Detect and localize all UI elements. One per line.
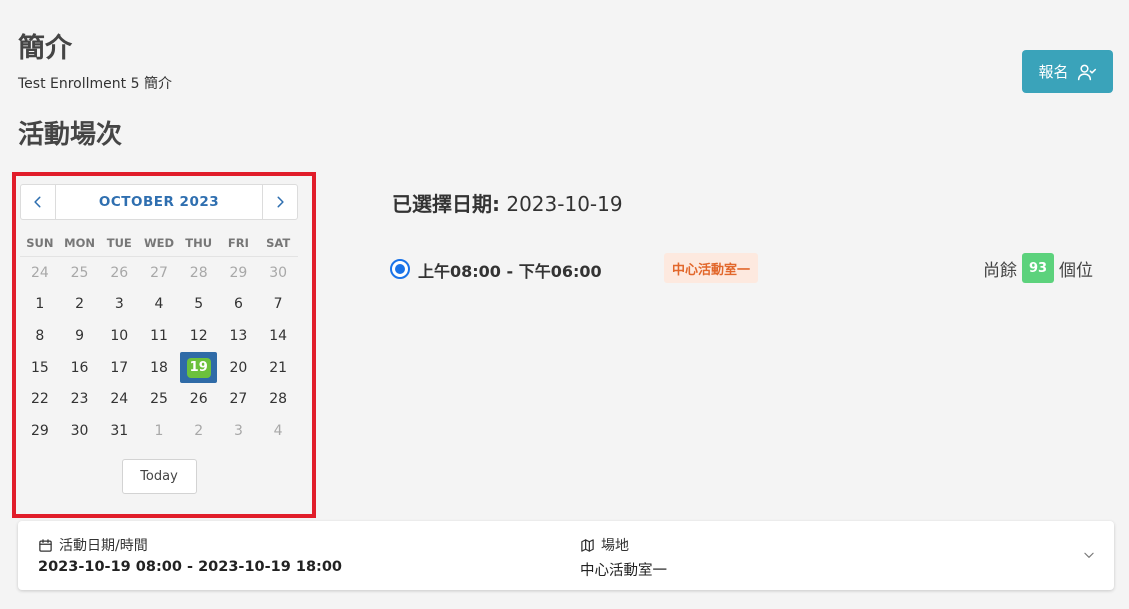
calendar-day[interactable]: 4	[258, 415, 298, 447]
calendar-day[interactable]: 31	[99, 415, 139, 447]
datetime-label-row: 活動日期/時間	[38, 535, 342, 555]
calendar-day[interactable]: 2	[60, 289, 100, 321]
calendar-day[interactable]: 5	[179, 289, 219, 321]
calendar-day[interactable]: 18	[139, 352, 179, 384]
next-month-button[interactable]	[262, 185, 297, 219]
weekday-label: FRI	[227, 236, 249, 250]
venue-info: 場地 中心活動室一	[580, 535, 667, 580]
calendar-day[interactable]: 10	[99, 320, 139, 352]
calendar-day[interactable]: 25	[60, 257, 100, 289]
calendar-day[interactable]: 4	[139, 289, 179, 321]
calendar-day[interactable]: 27	[139, 257, 179, 289]
calendar-day[interactable]: 28	[258, 383, 298, 415]
venue-value: 中心活動室一	[580, 563, 667, 579]
venue-label: 場地	[601, 538, 629, 554]
calendar-day[interactable]: 14	[258, 320, 298, 352]
calendar-day[interactable]: 30	[60, 415, 100, 447]
page-title: 簡介	[18, 33, 72, 64]
calendar-day[interactable]: 24	[99, 383, 139, 415]
calendar-day[interactable]: 22	[20, 383, 60, 415]
calendar-header: OCTOBER 2023	[20, 184, 298, 220]
weekday-label: SAT	[266, 236, 291, 250]
weekday-label: WED	[143, 236, 175, 250]
map-icon	[581, 538, 594, 552]
calendar-day[interactable]: 28	[179, 257, 219, 289]
calendar-day[interactable]: 21	[258, 352, 298, 384]
calendar-day[interactable]: 26	[179, 383, 219, 415]
today-button[interactable]: Today	[121, 458, 197, 494]
calendar-day[interactable]: 13	[219, 320, 259, 352]
calendar-day[interactable]: 29	[20, 415, 60, 447]
calendar-day[interactable]: 6	[219, 289, 259, 321]
user-check-icon	[1077, 64, 1096, 80]
selected-date-label: 已選擇日期:	[392, 192, 500, 216]
weekday-label: TUE	[106, 236, 132, 250]
selected-day-number: 19	[186, 357, 211, 378]
calendar-grid: 24 25 26 27 28 29 30 1 2 3 4 5 6 7 8 9 10 11 12 13 14 15 16 17 1…	[20, 257, 298, 447]
remaining-prefix: 尚餘	[983, 260, 1017, 281]
calendar-day[interactable]: 23	[60, 383, 100, 415]
venue-label-row: 場地	[580, 535, 667, 555]
calendar-day[interactable]: 24	[20, 257, 60, 289]
page-subtitle: Test Enrollment 5 簡介	[18, 76, 172, 92]
calendar-day[interactable]: 1	[20, 289, 60, 321]
calendar-day[interactable]: 26	[99, 257, 139, 289]
section-title: 活動場次	[18, 120, 123, 150]
enroll-button[interactable]: 報名	[1022, 50, 1113, 93]
calendar-day[interactable]: 11	[139, 320, 179, 352]
remaining-suffix: 個位	[1059, 260, 1093, 281]
session-time: 上午08:00 - 下午06:00	[418, 262, 602, 281]
selected-date-value: 2023-10-19	[506, 192, 623, 216]
remaining-slots: 尚餘 93 個位	[983, 253, 1093, 283]
calendar-day[interactable]: 15	[20, 352, 60, 384]
calendar-day[interactable]: 9	[60, 320, 100, 352]
session-info-card[interactable]: 活動日期/時間 2023-10-19 08:00 - 2023-10-19 18…	[18, 521, 1114, 590]
datetime-label: 活動日期/時間	[59, 538, 148, 554]
calendar-day-selected[interactable]: 19	[179, 351, 219, 384]
weekday-label: SUN	[26, 236, 54, 250]
calendar-month-label[interactable]: OCTOBER 2023	[56, 185, 262, 219]
calendar-day[interactable]: 16	[60, 352, 100, 384]
calendar-icon	[39, 538, 52, 552]
calendar-day[interactable]: 29	[219, 257, 259, 289]
calendar-day[interactable]: 1	[139, 415, 179, 447]
datetime-info: 活動日期/時間 2023-10-19 08:00 - 2023-10-19 18…	[38, 535, 342, 575]
session-option[interactable]: 上午08:00 - 下午06:00 中心活動室一 尚餘 93 個位	[390, 252, 1093, 284]
calendar-day[interactable]: 17	[99, 352, 139, 384]
weekday-label: MON	[64, 236, 95, 250]
selected-date-heading: 已選擇日期: 2023-10-19	[392, 188, 623, 217]
calendar-day[interactable]: 25	[139, 383, 179, 415]
chevron-down-icon[interactable]	[1082, 548, 1096, 562]
calendar-day[interactable]: 8	[20, 320, 60, 352]
calendar-weekdays: SUN MON TUE WED THU FRI SAT	[20, 236, 298, 257]
calendar-day[interactable]: 3	[99, 289, 139, 321]
session-radio[interactable]	[390, 259, 410, 279]
calendar-day[interactable]: 27	[219, 383, 259, 415]
calendar-day[interactable]: 12	[179, 320, 219, 352]
venue-tag: 中心活動室一	[664, 253, 759, 283]
chevron-left-icon	[34, 196, 41, 208]
calendar-day[interactable]: 30	[258, 257, 298, 289]
calendar-day[interactable]: 3	[219, 415, 259, 447]
weekday-label: THU	[185, 236, 213, 250]
chevron-right-icon	[277, 196, 284, 208]
calendar-day[interactable]: 7	[258, 289, 298, 321]
enroll-button-label: 報名	[1038, 63, 1069, 81]
calendar: OCTOBER 2023 SUN MON TUE WED THU FRI SAT 24 25 2…	[20, 184, 298, 494]
calendar-day[interactable]: 20	[219, 352, 259, 384]
prev-month-button[interactable]	[21, 185, 56, 219]
remaining-count-badge: 93	[1022, 253, 1054, 283]
calendar-day[interactable]: 2	[179, 415, 219, 447]
datetime-value: 2023-10-19 08:00 - 2023-10-19 18:00	[38, 559, 343, 575]
